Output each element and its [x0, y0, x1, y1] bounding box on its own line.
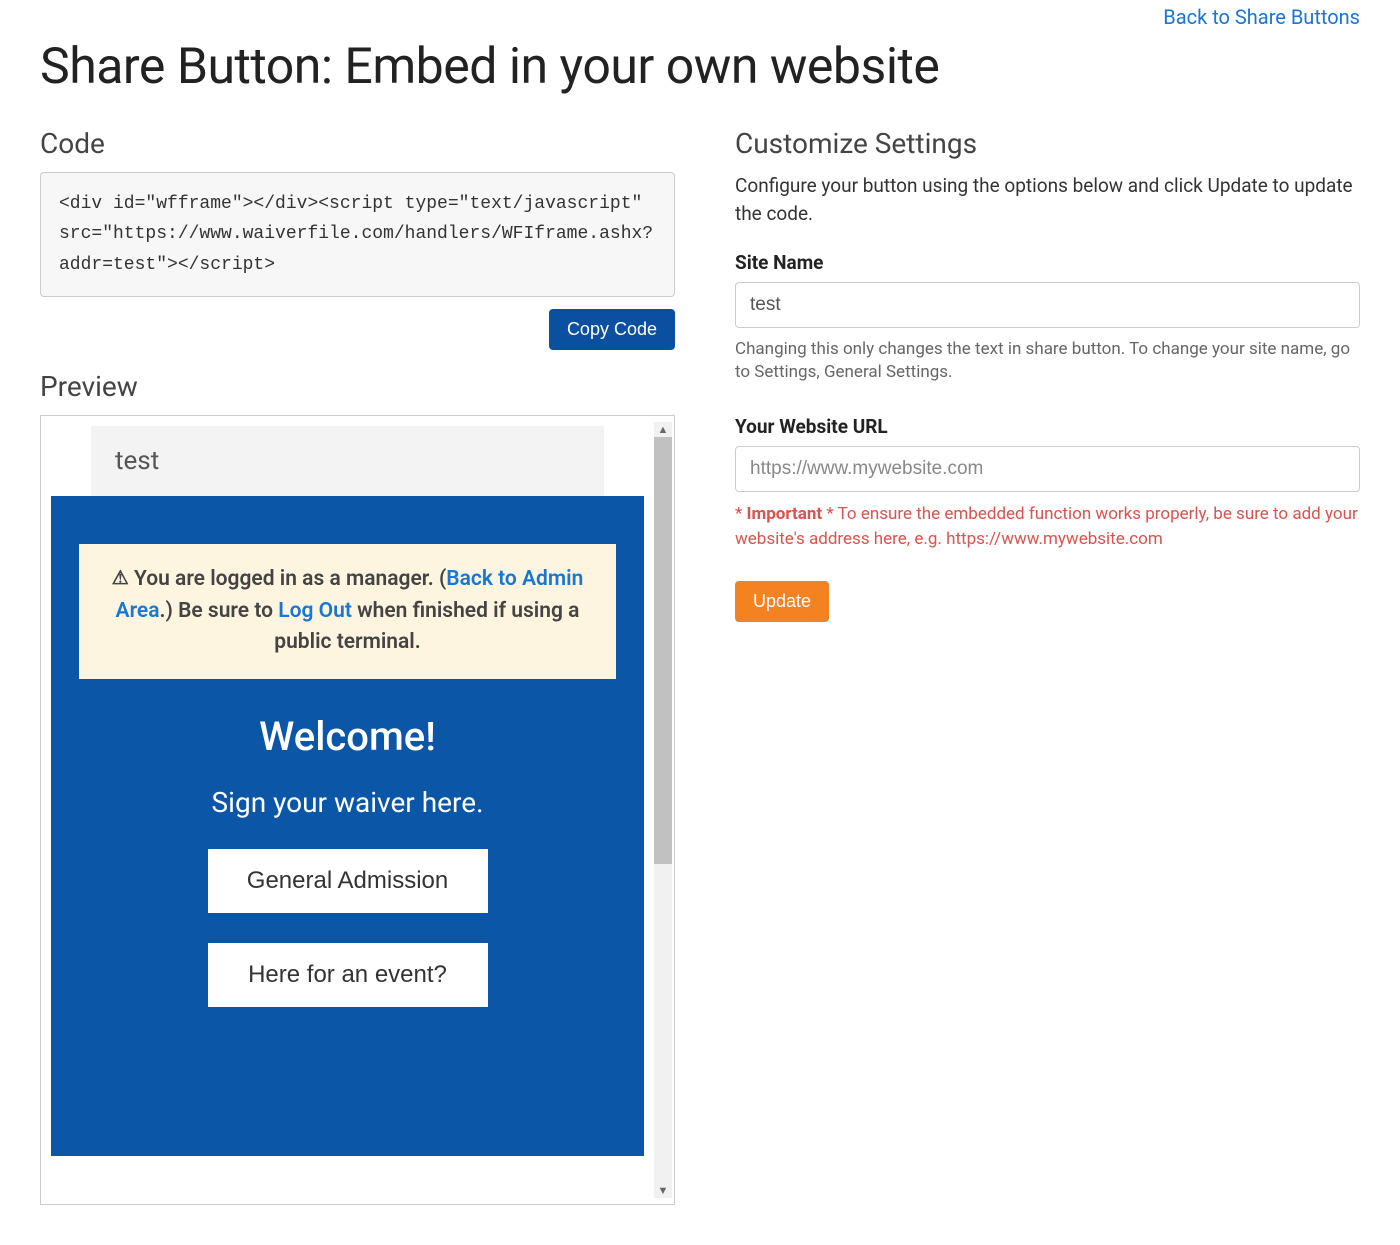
welcome-subtitle: Sign your waiver here. [79, 786, 616, 819]
site-name-input[interactable] [735, 282, 1360, 328]
website-url-label: Your Website URL [735, 415, 1360, 438]
update-button[interactable]: Update [735, 581, 829, 622]
top-link-bar: Back to Share Buttons [40, 0, 1360, 39]
general-admission-button[interactable]: General Admission [208, 849, 488, 913]
preview-heading: Preview [40, 370, 675, 403]
preview-site-header: test [91, 426, 604, 496]
preview-scrollbar[interactable]: ▲ ▼ [654, 422, 672, 1198]
copy-code-button[interactable]: Copy Code [549, 309, 675, 350]
warning-icon: ⚠ [112, 566, 129, 589]
manager-alert: ⚠ You are logged in as a manager. (Back … [79, 544, 616, 679]
here-for-event-button[interactable]: Here for an event? [208, 943, 488, 1007]
alert-text-prefix: You are logged in as a manager. ( [134, 567, 446, 591]
site-name-label: Site Name [735, 251, 1360, 274]
site-name-hint: Changing this only changes the text in s… [735, 338, 1360, 386]
log-out-link[interactable]: Log Out [278, 599, 352, 623]
scroll-down-arrow[interactable]: ▼ [658, 1183, 669, 1198]
welcome-title: Welcome! [79, 713, 616, 760]
website-url-important-note: * Important * To ensure the embedded fun… [735, 502, 1360, 551]
settings-help-text: Configure your button using the options … [735, 172, 1360, 229]
embed-code-box[interactable]: <div id="wfframe"></div><script type="te… [40, 172, 675, 298]
scroll-thumb[interactable] [654, 437, 672, 864]
back-to-share-buttons-link[interactable]: Back to Share Buttons [1163, 5, 1360, 29]
alert-text-mid1: .) Be sure to [160, 599, 279, 623]
scroll-up-arrow[interactable]: ▲ [658, 422, 669, 437]
website-url-input[interactable] [735, 446, 1360, 492]
settings-heading: Customize Settings [735, 127, 1360, 160]
preview-body: ⚠ You are logged in as a manager. (Back … [51, 496, 644, 1156]
code-heading: Code [40, 127, 675, 160]
preview-box: test ⚠ You are logged in as a manager. (… [40, 415, 675, 1205]
page-title: Share Button: Embed in your own website [40, 39, 1360, 97]
